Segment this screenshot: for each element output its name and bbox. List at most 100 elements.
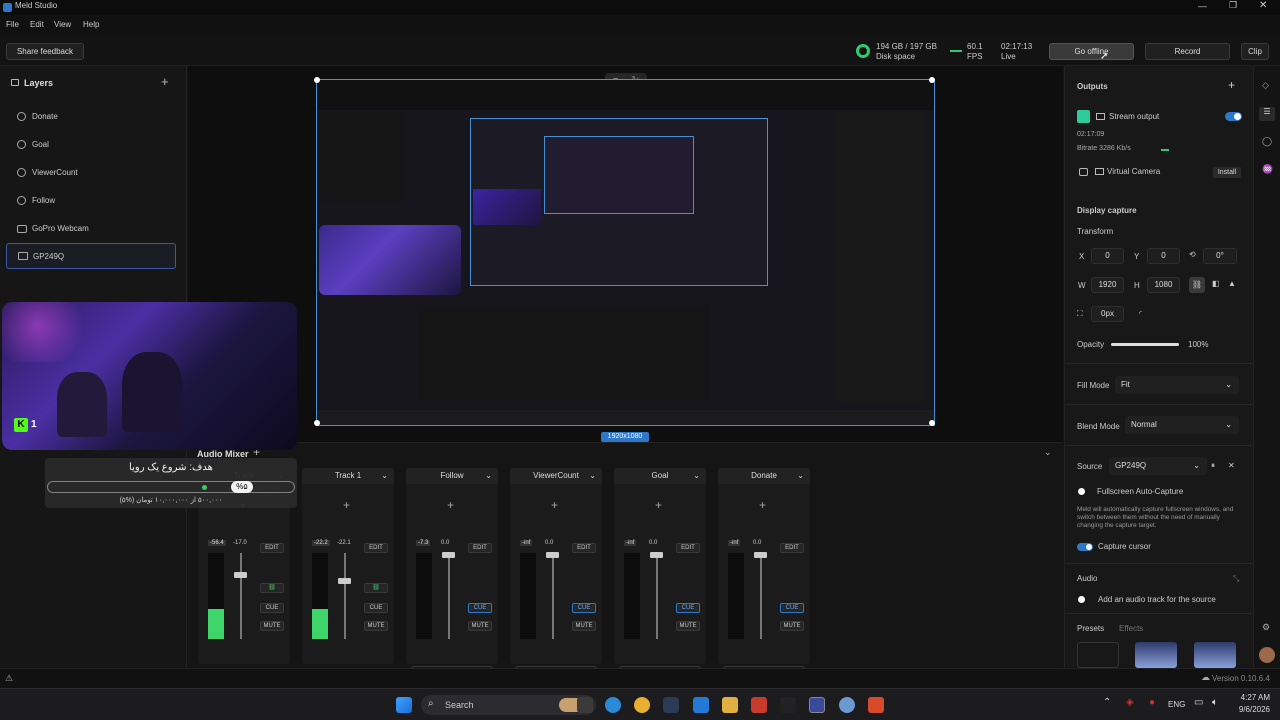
source-select[interactable]: GP249Q ⌄ [1109,457,1207,475]
menu-view[interactable]: View [54,20,71,29]
tray-expand-icon[interactable]: ⌃ [1103,697,1111,708]
install-button[interactable]: Install [1213,167,1241,178]
tab-presets[interactable]: Presets [1077,624,1104,633]
layer-item-donate[interactable]: Donate [6,104,176,130]
resize-handle[interactable] [929,420,935,426]
add-effect-button[interactable]: + [759,498,766,512]
edit-button[interactable]: EDIT [780,543,804,553]
webcam-layer[interactable]: K 1 [2,302,297,450]
fullscreen-auto-radio[interactable] [1078,488,1085,495]
volume-fader[interactable] [240,553,242,639]
pause-icon[interactable]: ⏸ [1211,461,1215,471]
fader-knob[interactable] [546,552,559,558]
app-icon[interactable] [839,697,855,713]
volume-fader[interactable] [760,553,762,639]
add-output-button[interactable]: + [1228,78,1235,92]
layer-item-follow[interactable]: Follow [6,188,176,214]
resize-handle[interactable] [314,77,320,83]
fader-knob[interactable] [442,552,455,558]
meld-studio-taskbar-icon[interactable] [809,697,825,713]
monitor-icon[interactable]: ▭ [1194,697,1203,708]
file-explorer-icon[interactable] [722,697,738,713]
height-input[interactable]: 1080 [1147,277,1180,293]
mute-button[interactable]: MUTE [260,621,284,631]
mute-button[interactable]: MUTE [468,621,492,631]
fader-knob[interactable] [650,552,663,558]
cue-button[interactable]: CUE [364,603,388,613]
preset-thumbnail[interactable] [1135,642,1177,668]
add-effect-button[interactable]: + [343,498,350,512]
collapse-mixer-icon[interactable]: ⌄ [1044,447,1052,458]
edit-button[interactable]: EDIT [572,543,596,553]
chat-icon[interactable]: ◯ [1262,136,1272,147]
resize-handle[interactable] [929,77,935,83]
x-input[interactable]: 0 [1091,248,1124,264]
app-icon[interactable] [693,697,709,713]
strip-header[interactable]: Track 1 ⌄ [302,468,394,484]
menu-file[interactable]: File [6,20,19,29]
cue-button[interactable]: CUE [260,603,284,613]
y-input[interactable]: 0 [1147,248,1180,264]
cue-button[interactable]: CUE [572,603,596,613]
preset-thumbnail[interactable] [1077,642,1119,668]
link-icon[interactable]: ⛓ [260,583,284,593]
mute-button[interactable]: MUTE [364,621,388,631]
tray-app-icon[interactable]: ● [1149,697,1155,708]
volume-fader[interactable] [552,553,554,639]
add-effect-button[interactable]: + [551,498,558,512]
volume-fader[interactable] [344,553,346,639]
preset-thumbnail[interactable] [1194,642,1236,668]
volume-fader[interactable] [656,553,658,639]
strip-header[interactable]: ViewerCount ⌄ [510,468,602,484]
go-offline-button[interactable]: Go offline [1049,43,1134,60]
add-layer-button[interactable]: + [161,74,169,89]
fader-knob[interactable] [754,552,767,558]
layer-item-viewercount[interactable]: ViewerCount [6,160,176,186]
resize-handle[interactable] [314,420,320,426]
taskbar-date[interactable]: 9/6/2026 [1228,705,1270,714]
blend-mode-select[interactable]: Normal ⌄ [1125,416,1239,434]
audio-settings-icon[interactable]: ⤡ [1233,574,1239,584]
mute-button[interactable]: MUTE [676,621,700,631]
warning-icon[interactable]: ⚠ [5,673,13,684]
menu-edit[interactable]: Edit [30,20,44,29]
maximize-icon[interactable]: ❐ [1229,0,1237,11]
stream-output-toggle[interactable] [1225,112,1242,121]
record-button[interactable]: Record [1145,43,1230,60]
chrome-icon[interactable] [634,697,650,713]
avatar[interactable] [1259,647,1275,663]
task-view-icon[interactable] [577,697,593,713]
strip-header[interactable]: Follow ⌄ [406,468,498,484]
menu-help[interactable]: Help [83,20,99,29]
settings-icon[interactable]: ⚙ [1262,622,1270,633]
strip-header[interactable]: Donate ⌄ [718,468,810,484]
mute-button[interactable]: MUTE [572,621,596,631]
volume-icon[interactable]: 🔈︎ [1212,697,1218,708]
cue-button[interactable]: CUE [780,603,804,613]
taskbar-clock[interactable]: 4:27 AM [1230,693,1270,702]
fader-knob[interactable] [234,572,247,578]
link-icon[interactable]: ⛓ [364,583,388,593]
diamond-icon[interactable]: ◇ [1262,80,1269,91]
audio-track-radio[interactable] [1078,596,1085,603]
steam-icon[interactable] [663,697,679,713]
layer-item-gp249q[interactable]: GP249Q [6,243,176,269]
edit-button[interactable]: EDIT [468,543,492,553]
tab-effects[interactable]: Effects [1119,624,1143,633]
edit-button[interactable]: EDIT [260,543,284,553]
minimize-icon[interactable]: — [1198,1,1207,11]
edit-button[interactable]: EDIT [364,543,388,553]
volume-fader[interactable] [448,553,450,639]
strip-header[interactable]: Goal ⌄ [614,468,706,484]
cue-button[interactable]: CUE [468,603,492,613]
taskbar-search[interactable]: ⌕ Search [421,695,596,715]
crop-input[interactable]: 0px [1091,306,1124,322]
share-feedback-button[interactable]: Share feedback [6,43,84,60]
edit-button[interactable]: EDIT [676,543,700,553]
mute-button[interactable]: MUTE [780,621,804,631]
tray-app-icon[interactable]: ◈ [1126,697,1134,708]
app-icon[interactable] [780,697,796,713]
windows-start-icon[interactable] [396,697,412,713]
add-effect-button[interactable]: + [447,498,454,512]
fader-knob[interactable] [338,578,351,584]
